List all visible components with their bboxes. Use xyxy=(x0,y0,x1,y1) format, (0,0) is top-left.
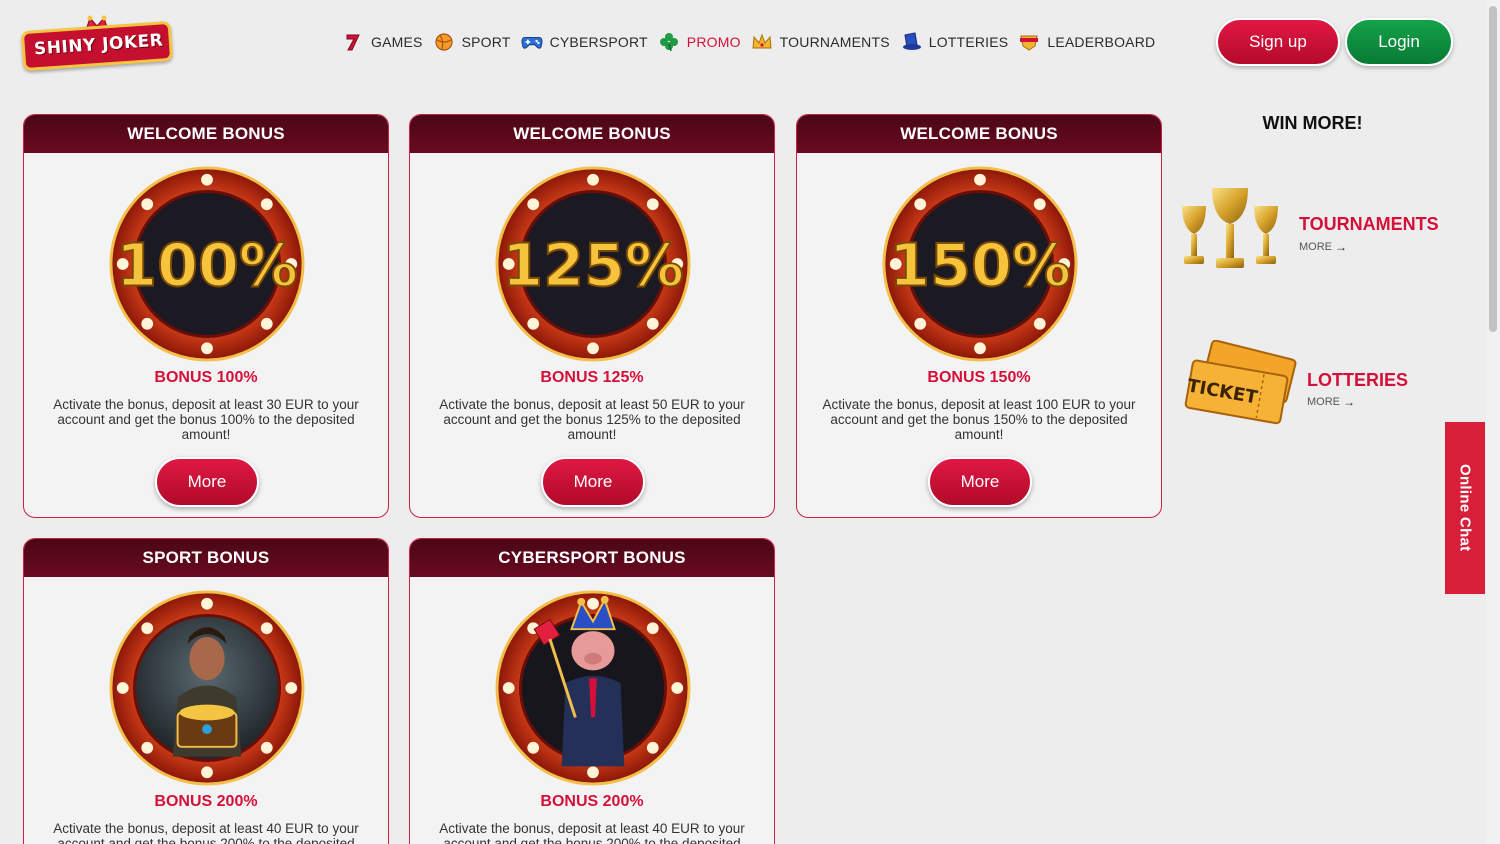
clover-icon xyxy=(658,31,680,53)
nav-item-sport[interactable]: SPORT xyxy=(433,31,511,53)
signup-button[interactable]: Sign up xyxy=(1216,18,1340,66)
nav-label-sport: SPORT xyxy=(461,34,511,50)
online-chat-button[interactable]: Online Chat xyxy=(1445,422,1485,594)
badge-icon xyxy=(1018,31,1040,53)
main-nav: GAMES SPORT CYBERSPORT PROMO TOURNAMENTS xyxy=(342,30,1165,54)
card-title: BONUS 200% xyxy=(540,793,644,810)
win-more-heading: WIN MORE! xyxy=(1262,113,1363,133)
card-title: BONUS 150% xyxy=(927,369,1031,386)
bonus-medal-125-icon: 125% xyxy=(495,166,691,362)
medal-text: 150% xyxy=(889,231,1071,300)
card-title: BONUS 100% xyxy=(154,369,258,386)
bonus-card-welcome-100: WELCOME BONUS 100% BONUS 100% Activate t… xyxy=(23,114,389,518)
online-chat-label: Online Chat xyxy=(1456,464,1474,552)
trophies-icon xyxy=(1182,188,1278,268)
shiny-joker-logo[interactable]: SHINY JOKER xyxy=(20,14,174,72)
more-label: MORE xyxy=(1307,396,1340,408)
page-scrollbar[interactable] xyxy=(1486,0,1500,844)
nav-item-tournaments[interactable]: TOURNAMENTS xyxy=(751,31,890,53)
nav-label-games: GAMES xyxy=(371,34,423,50)
nav-item-cybersport[interactable]: CYBERSPORT xyxy=(521,31,648,53)
top-hat-icon xyxy=(900,31,922,53)
tournaments-more-link[interactable]: MORE → xyxy=(1299,240,1347,254)
medal-text: 125% xyxy=(502,231,684,300)
nav-item-games[interactable]: GAMES xyxy=(342,31,423,53)
tournaments-link[interactable]: TOURNAMENTS MORE → xyxy=(1178,184,1458,279)
bonus-medal-150-icon: 150% xyxy=(882,166,1078,362)
bonus-card-welcome-125: WELCOME BONUS 125% BONUS 125% Activate t… xyxy=(409,114,775,518)
nav-item-leaderboard[interactable]: LEADERBOARD xyxy=(1018,31,1155,53)
lotteries-title: LOTTERIES xyxy=(1307,370,1409,390)
more-button[interactable]: More xyxy=(928,457,1032,507)
nav-item-lotteries[interactable]: LOTTERIES xyxy=(900,31,1009,53)
lotteries-more-link[interactable]: MORE → xyxy=(1307,395,1355,409)
crown-icon xyxy=(751,31,773,53)
gamepad-icon xyxy=(521,31,543,53)
bonus-card-sport: SPORT BONUS BONUS 200% Activate the bonu… xyxy=(23,538,389,844)
card-header: SPORT BONUS xyxy=(24,539,388,577)
lotteries-link[interactable]: TICKET LOTTERIES MORE → xyxy=(1182,340,1462,430)
card-description: Activate the bonus, deposit at least 30 … xyxy=(53,397,359,442)
nav-label-tournaments: TOURNAMENTS xyxy=(779,34,890,50)
nav-label-cybersport: CYBERSPORT xyxy=(549,34,648,50)
card-header: WELCOME BONUS xyxy=(410,115,774,153)
nav-label-leaderboard: LEADERBOARD xyxy=(1047,34,1156,50)
card-header: CYBERSPORT BONUS xyxy=(410,539,774,577)
more-button[interactable]: More xyxy=(155,457,259,507)
bonus-medal-100-icon: 100% xyxy=(109,166,305,362)
card-description: Activate the bonus, deposit at least 100… xyxy=(822,397,1136,442)
tournaments-title: TOURNAMENTS xyxy=(1299,214,1439,234)
card-header: WELCOME BONUS xyxy=(797,115,1161,153)
card-title: BONUS 200% xyxy=(154,793,258,810)
login-button[interactable]: Login xyxy=(1345,18,1453,66)
nav-label-lotteries: LOTTERIES xyxy=(928,34,1009,50)
treasure-hunter-icon xyxy=(109,590,305,786)
scrollbar-thumb[interactable] xyxy=(1489,6,1497,332)
seven-icon xyxy=(342,31,364,53)
card-header: WELCOME BONUS xyxy=(24,115,388,153)
more-button[interactable]: More xyxy=(541,457,645,507)
tickets-icon: TICKET xyxy=(1184,340,1297,425)
nav-item-promo[interactable]: PROMO xyxy=(658,31,741,53)
bonus-card-cybersport: CYBERSPORT BONUS BONUS 200% Activate the… xyxy=(409,538,775,844)
medal-text: 100% xyxy=(116,231,298,300)
more-label: MORE xyxy=(1299,241,1332,253)
arrow-right-icon: → xyxy=(1343,395,1355,409)
jester-pig-icon xyxy=(495,590,691,786)
card-description: Activate the bonus, deposit at least 40 … xyxy=(439,821,745,844)
nav-label-promo: PROMO xyxy=(686,34,741,50)
card-title: BONUS 125% xyxy=(540,369,644,386)
bonus-card-welcome-150: WELCOME BONUS 150% BONUS 150% Activate t… xyxy=(796,114,1162,518)
card-description: Activate the bonus, deposit at least 40 … xyxy=(53,821,359,844)
ball-icon xyxy=(433,31,455,53)
arrow-right-icon: → xyxy=(1335,240,1347,254)
card-description: Activate the bonus, deposit at least 50 … xyxy=(439,397,745,442)
site-header: SHINY JOKER GAMES SPORT CYBERSPORT PROMO xyxy=(0,0,1500,90)
